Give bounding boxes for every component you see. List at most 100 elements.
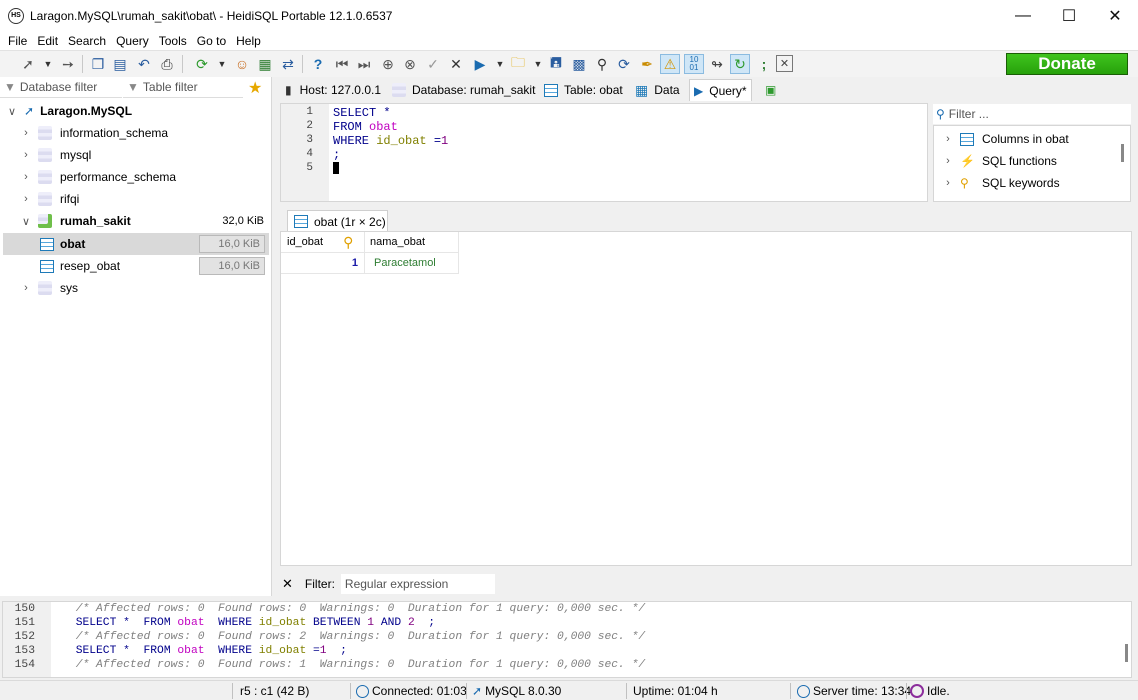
log-scrollbar[interactable] — [1125, 644, 1128, 662]
tree-node-db[interactable]: › performance_schema — [20, 166, 176, 188]
tab-query[interactable]: ▶ Query* — [689, 79, 752, 101]
column-header[interactable]: nama_obat — [365, 232, 459, 253]
tree-node-db[interactable]: › rifqi — [20, 188, 79, 210]
cancel-record-icon[interactable]: ✕ — [446, 54, 466, 74]
add-record-icon[interactable]: ⊕ — [378, 54, 398, 74]
binary-icon[interactable]: 10 01 — [684, 54, 704, 74]
db-label: rumah_sakit — [60, 214, 131, 228]
tree-node-table[interactable]: resep_obat 16,0 KiB — [40, 255, 269, 277]
menu-edit[interactable]: Edit — [32, 34, 63, 48]
refresh-icon[interactable]: ⟳ — [192, 54, 212, 74]
helper-item-functions[interactable]: › ⚡ SQL functions — [942, 150, 1057, 172]
close-tab-icon[interactable]: ✕ — [776, 55, 793, 72]
save-icon[interactable]: 🖪 — [546, 54, 566, 74]
sql-editor[interactable]: 1 2 3 4 5 SELECT * FROM obat WHERE id_ob… — [280, 103, 928, 202]
find-icon[interactable]: ⚲ — [592, 54, 612, 74]
tree-node-db[interactable]: › information_schema — [20, 122, 168, 144]
tab-table[interactable]: Table: obat — [540, 79, 627, 101]
stop-on-error-icon[interactable]: ⚠ — [660, 54, 680, 74]
column-header[interactable]: id_obat ⚲ — [281, 232, 365, 253]
menu-goto[interactable]: Go to — [192, 34, 231, 48]
transfer-icon[interactable]: ⇄ — [278, 54, 298, 74]
print-icon[interactable]: ⎙ — [157, 54, 177, 74]
open-dropdown-icon[interactable]: ▼ — [528, 54, 548, 74]
disconnect-icon[interactable]: ➙ — [58, 54, 78, 74]
tree-node-db[interactable]: › mysql — [20, 144, 91, 166]
replace-icon[interactable]: ⟳ — [614, 54, 634, 74]
tree-node-root[interactable]: ∨ ➚ Laragon.MySQL — [6, 100, 132, 122]
connect-dropdown-icon[interactable]: ▼ — [38, 54, 58, 74]
new-query-tab-icon[interactable]: ▣ — [761, 79, 780, 101]
result-grid[interactable]: id_obat ⚲ nama_obat 1 Paracetamol — [280, 231, 1132, 566]
menu-tools[interactable]: Tools — [154, 34, 192, 48]
key-icon: ⚲ — [960, 176, 969, 190]
status-state-label: Idle. — [927, 684, 950, 698]
chevron-right-icon[interactable]: › — [942, 155, 954, 167]
close-filter-icon[interactable]: ✕ — [282, 576, 293, 592]
donate-button[interactable]: Donate — [1006, 53, 1128, 75]
chevron-right-icon[interactable]: › — [20, 149, 32, 161]
minimize-button[interactable]: — — [1000, 0, 1046, 31]
copy-icon[interactable]: ❐ — [88, 54, 108, 74]
run-query-icon[interactable]: ▶ — [470, 54, 490, 74]
run-dropdown-icon[interactable]: ▼ — [490, 54, 510, 74]
open-folder-icon[interactable]: 🗀 — [508, 54, 528, 74]
tab-label: Table: obat — [564, 83, 623, 97]
favorite-star-icon[interactable]: ★ — [248, 78, 262, 98]
menu-file[interactable]: File — [3, 34, 32, 48]
menu-query[interactable]: Query — [111, 34, 154, 48]
chevron-down-icon[interactable]: ∨ — [6, 105, 18, 118]
refresh-dropdown-icon[interactable]: ▼ — [212, 54, 232, 74]
connect-icon[interactable]: ➚ — [18, 54, 38, 74]
delete-record-icon[interactable]: ⊗ — [400, 54, 420, 74]
tab-database[interactable]: Database: rumah_sakit — [388, 79, 539, 101]
db-size: 32,0 KiB — [222, 215, 264, 227]
tree-node-db[interactable]: › sys — [20, 277, 78, 299]
chevron-right-icon[interactable]: › — [20, 282, 32, 294]
helper-item-columns[interactable]: › Columns in obat — [942, 128, 1069, 150]
helper-filter-input[interactable]: ⚲ Filter ... — [933, 104, 1131, 124]
helper-item-keywords[interactable]: › ⚲ SQL keywords — [942, 172, 1059, 194]
chevron-right-icon[interactable]: › — [20, 127, 32, 139]
paste-icon[interactable]: ▤ — [110, 54, 130, 74]
user-manager-icon[interactable]: ☺ — [232, 54, 252, 74]
database-filter-input[interactable]: ▼ Database filter — [0, 77, 122, 98]
sql-keyword: SELECT — [333, 106, 377, 120]
grid-cell[interactable]: 1 — [281, 253, 365, 274]
export-icon[interactable]: ▦ — [255, 54, 275, 74]
auto-refresh-icon[interactable]: ↻ — [730, 54, 750, 74]
log-line-number: 152 — [14, 631, 35, 643]
format-sql-icon[interactable]: ✒ — [637, 54, 657, 74]
close-window-button[interactable]: ✕ — [1092, 0, 1138, 31]
sql-log[interactable]: 150 /* Affected rows: 0 Found rows: 0 Wa… — [2, 601, 1132, 678]
tree-node-db-open[interactable]: ∨ rumah_sakit 32,0 KiB — [20, 210, 268, 232]
save-as-icon[interactable]: ▩ — [569, 54, 589, 74]
table-filter-input[interactable]: ▼ Table filter — [123, 77, 243, 98]
helper-scrollbar[interactable] — [1121, 144, 1124, 162]
post-record-icon[interactable]: ✓ — [423, 54, 443, 74]
chevron-right-icon[interactable]: › — [942, 177, 954, 189]
menu-search[interactable]: Search — [63, 34, 111, 48]
menu-help[interactable]: Help — [231, 34, 266, 48]
wrap-icon[interactable]: ↬ — [707, 54, 727, 74]
tab-host[interactable]: ▮ Host: 127.0.0.1 — [281, 79, 385, 101]
undo-icon[interactable]: ↶ — [134, 54, 154, 74]
chevron-right-icon[interactable]: › — [20, 193, 32, 205]
maximize-button[interactable]: ☐ — [1046, 0, 1092, 31]
grid-cell[interactable]: Paracetamol — [365, 253, 459, 274]
chevron-right-icon[interactable]: › — [20, 171, 32, 183]
sql-number: 1 — [441, 134, 449, 148]
mysql-icon: ➚ — [472, 684, 483, 698]
tab-data[interactable]: ▦ Data — [631, 79, 684, 101]
tree-node-table-selected[interactable]: obat 16,0 KiB — [40, 233, 269, 255]
filter-regex-input[interactable]: Regular expression — [340, 574, 495, 594]
chevron-right-icon[interactable]: › — [942, 133, 954, 145]
chevron-down-icon[interactable]: ∨ — [20, 215, 32, 228]
filter-label: Filter: — [304, 577, 335, 591]
semicolon-icon[interactable]: ; — [754, 54, 774, 74]
first-record-icon[interactable]: ⏮ — [332, 54, 352, 74]
last-record-icon[interactable]: ⏭ — [354, 54, 374, 74]
sql-keyword: FROM — [333, 120, 362, 134]
result-tab[interactable]: obat (1r × 2c) — [287, 210, 388, 232]
help-icon[interactable]: ? — [308, 54, 328, 74]
